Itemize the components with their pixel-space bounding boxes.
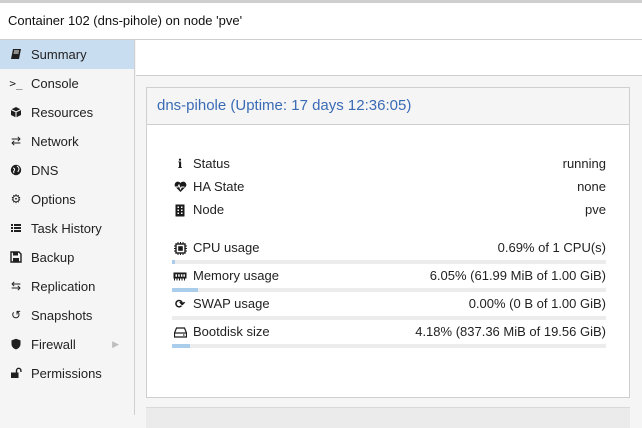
- sidebar-item-dns[interactable]: DNS: [0, 156, 134, 185]
- swap-label: SWAP usage: [193, 296, 270, 311]
- terminal-icon: >_: [9, 77, 23, 90]
- sidebar-item-label: Snapshots: [31, 308, 93, 323]
- sidebar-item-label: Permissions: [31, 366, 102, 381]
- chevron-right-icon[interactable]: ▶: [112, 330, 119, 359]
- sidebar-item-label: Resources: [31, 105, 94, 120]
- sidebar-item-label: DNS: [31, 163, 59, 178]
- gear-icon: ⚙: [10, 192, 22, 206]
- bootdisk-usage-fill: [172, 344, 190, 348]
- summary-panel: dns-pihole (Uptime: 17 days 12:36:05) i …: [146, 87, 630, 398]
- main-content: dns-pihole (Uptime: 17 days 12:36:05) i …: [136, 40, 642, 428]
- cpu-row: CPU usage 0.69% of 1 CPU(s): [172, 238, 606, 258]
- heartbeat-icon: [172, 177, 188, 199]
- sidebar-item-permissions[interactable]: Permissions: [0, 359, 134, 388]
- node-value: pve: [585, 202, 606, 217]
- sidebar-nav: Summary >_ Console Resources ⇄ Network D…: [0, 40, 135, 415]
- sidebar-item-options[interactable]: ⚙ Options: [0, 185, 134, 214]
- sidebar-item-label: Firewall: [31, 337, 76, 352]
- memory-label: Memory usage: [193, 268, 279, 283]
- cpu-usage-fill: [172, 260, 175, 264]
- history-icon: ↺: [10, 308, 22, 322]
- status-label: Status: [193, 156, 230, 171]
- sidebar-item-label: Options: [31, 192, 76, 207]
- summary-panel-title: dns-pihole (Uptime: 17 days 12:36:05): [147, 88, 629, 125]
- cpu-value: 0.69% of 1 CPU(s): [497, 240, 606, 255]
- hdd-icon: [172, 322, 188, 344]
- book-icon: [8, 40, 24, 71]
- bootdisk-value: 4.18% (837.36 MiB of 19.56 GiB): [415, 324, 606, 339]
- sidebar-item-replication[interactable]: ⇆ Replication: [0, 272, 134, 301]
- ha-state-value: none: [577, 179, 606, 194]
- exchange-icon: ⇄: [10, 134, 22, 148]
- retweet-icon: ⇆: [10, 279, 22, 293]
- sidebar-item-label: Summary: [31, 47, 87, 62]
- sidebar-item-label: Task History: [31, 221, 102, 236]
- sidebar-item-label: Console: [31, 76, 79, 91]
- memory-usage-fill: [172, 288, 198, 292]
- sidebar-item-backup[interactable]: Backup: [0, 243, 134, 272]
- next-panel-edge: [146, 407, 630, 428]
- memory-icon: [172, 266, 188, 287]
- sidebar-item-network[interactable]: ⇄ Network: [0, 127, 134, 156]
- sidebar-item-task-history[interactable]: Task History: [0, 214, 134, 243]
- status-row: i Status running: [172, 154, 606, 174]
- sidebar-item-label: Replication: [31, 279, 96, 294]
- node-row: Node pve: [172, 200, 606, 220]
- page-title: Container 102 (dns-pihole) on node 'pve': [0, 3, 642, 40]
- info-icon: i: [177, 157, 183, 171]
- building-icon: [172, 200, 188, 223]
- memory-value: 6.05% (61.99 MiB of 1.00 GiB): [429, 268, 606, 283]
- sidebar-item-summary[interactable]: Summary: [0, 40, 134, 69]
- floppy-icon: [8, 243, 24, 274]
- sidebar-item-snapshots[interactable]: ↺ Snapshots: [0, 301, 134, 330]
- sidebar-item-resources[interactable]: Resources: [0, 98, 134, 127]
- swap-row: ⟳ SWAP usage 0.00% (0 B of 1.00 GiB): [172, 294, 606, 314]
- ha-state-row: HA State none: [172, 177, 606, 197]
- cube-icon: [8, 98, 24, 129]
- sidebar-item-firewall[interactable]: Firewall ▶: [0, 330, 134, 359]
- unlock-icon: [8, 359, 24, 390]
- bootdisk-usage-bar: [172, 344, 606, 348]
- node-label: Node: [193, 202, 225, 217]
- list-icon: [8, 214, 24, 245]
- sidebar-item-console[interactable]: >_ Console: [0, 69, 134, 98]
- status-value: running: [562, 156, 606, 171]
- cpu-icon: [172, 238, 188, 261]
- bootdisk-row: Bootdisk size 4.18% (837.36 MiB of 19.56…: [172, 322, 606, 342]
- ha-state-label: HA State: [193, 179, 245, 194]
- cpu-usage-bar: [172, 260, 606, 264]
- sidebar-item-label: Backup: [31, 250, 75, 265]
- swap-usage-bar: [172, 316, 606, 320]
- swap-value: 0.00% (0 B of 1.00 GiB): [468, 296, 606, 311]
- memory-row: Memory usage 6.05% (61.99 MiB of 1.00 Gi…: [172, 266, 606, 286]
- cpu-label: CPU usage: [193, 240, 260, 255]
- bootdisk-label: Bootdisk size: [193, 324, 270, 339]
- refresh-icon: ⟳: [174, 297, 186, 311]
- sidebar-item-label: Network: [31, 134, 79, 149]
- main-toolbar: [136, 40, 642, 76]
- memory-usage-bar: [172, 288, 606, 292]
- shield-icon: [8, 330, 24, 361]
- globe-icon: [8, 156, 24, 187]
